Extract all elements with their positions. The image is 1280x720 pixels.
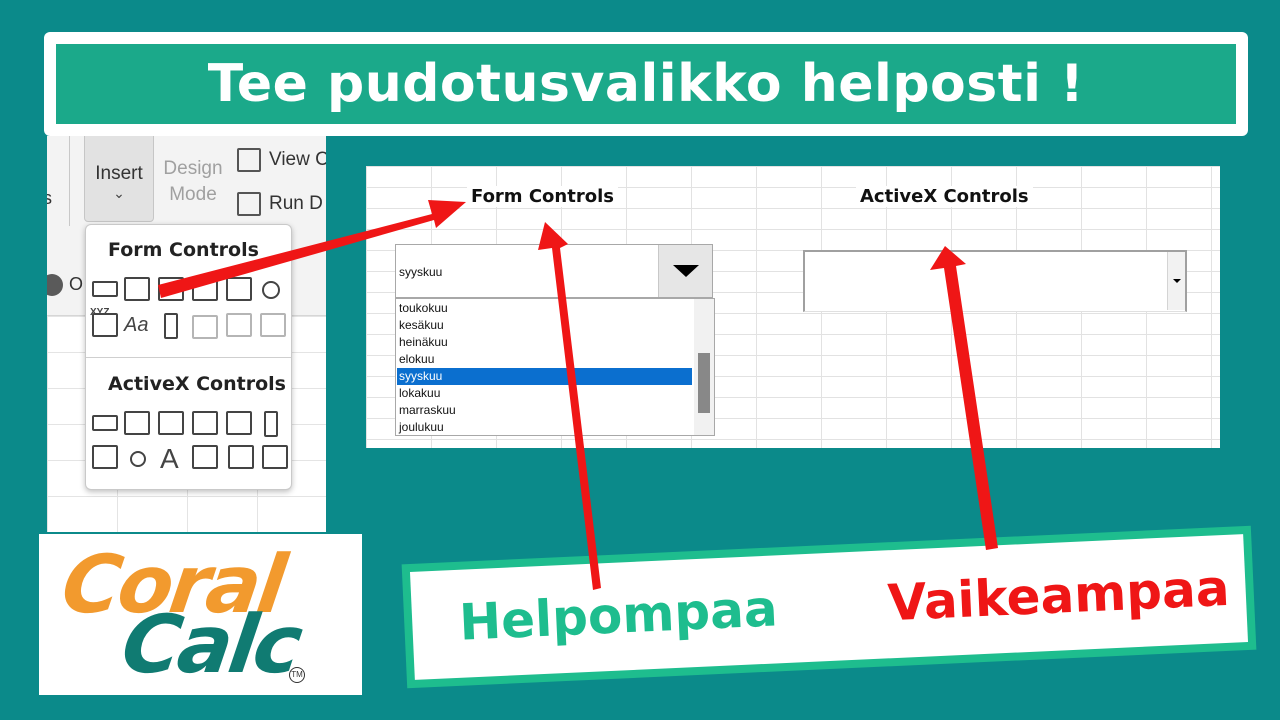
- page-title: Tee pudotusvalikko helposti !: [207, 54, 1085, 114]
- dropdown-arrow-icon: [1173, 279, 1181, 283]
- form-check-box-icon[interactable]: [158, 277, 184, 301]
- list-item[interactable]: joulukuu: [397, 419, 692, 435]
- excel-sheet: Form Controls ActiveX Controls syyskuu t…: [366, 166, 1220, 448]
- comparison-label-box: Helpompaa Vaikeampaa: [401, 525, 1257, 689]
- title-banner: Tee pudotusvalikko helposti !: [44, 32, 1248, 136]
- list-item[interactable]: lokakuu: [397, 385, 692, 402]
- run-dialog-label: Run D: [269, 193, 323, 215]
- list-item[interactable]: marraskuu: [397, 402, 692, 419]
- run-dialog-icon: [237, 192, 261, 216]
- dropdown-arrow-icon: [673, 265, 699, 277]
- activex-controls-heading: ActiveX Controls: [108, 373, 286, 395]
- list-item[interactable]: toukokuu: [397, 300, 692, 317]
- list-scrollbar[interactable]: [694, 299, 714, 435]
- coralcalc-logo: Coral Calc TM: [39, 534, 362, 695]
- activex-list-box-icon[interactable]: [192, 411, 218, 435]
- list-item-selected[interactable]: syyskuu: [397, 368, 692, 385]
- activex-image-icon[interactable]: [192, 445, 218, 469]
- activex-controls-sheet-heading: ActiveX Controls: [856, 186, 1033, 207]
- form-button-icon[interactable]: [92, 281, 118, 297]
- activex-command-button-icon[interactable]: [92, 415, 118, 431]
- activex-combo-box[interactable]: [803, 250, 1187, 312]
- controls-menu: Form Controls XYZ Aa ActiveX Controls A: [85, 224, 292, 490]
- ribbon-divider: [69, 136, 70, 226]
- list-item[interactable]: kesäkuu: [397, 317, 692, 334]
- form-combo-dropdown-button[interactable]: [658, 245, 712, 297]
- form-combo-dropdown-list[interactable]: toukokuu kesäkuu heinäkuu elokuu syyskuu…: [395, 298, 715, 436]
- group-box-label: XYZ: [90, 307, 110, 318]
- chevron-down-icon: ⌄: [113, 185, 125, 201]
- insert-controls-button[interactable]: Insert ⌄: [84, 136, 154, 222]
- form-combo-list-edit-icon: [226, 313, 252, 337]
- form-list-box-icon[interactable]: [226, 277, 252, 301]
- scrollbar-thumb[interactable]: [698, 353, 710, 413]
- activex-spin-button-icon[interactable]: [92, 445, 118, 469]
- menu-separator: [86, 357, 291, 358]
- insert-button-label: Insert: [95, 163, 143, 184]
- activex-check-box-icon[interactable]: [158, 411, 184, 435]
- ribbon-text-fragment-o: O: [69, 274, 84, 294]
- more-controls-icon[interactable]: [262, 445, 288, 469]
- ribbon-text-fragment: s: [47, 188, 52, 208]
- list-item[interactable]: heinäkuu: [397, 334, 692, 351]
- activex-label-icon[interactable]: A: [160, 443, 179, 475]
- activex-dropdown-button[interactable]: [1167, 252, 1185, 310]
- harder-label: Vaikeampaa: [886, 558, 1231, 633]
- comparison-label-inner: Helpompaa Vaikeampaa: [409, 534, 1249, 680]
- form-control-combo-box[interactable]: syyskuu: [395, 244, 713, 298]
- design-mode-button[interactable]: Design Mode: [159, 156, 227, 208]
- option-button-icon: [47, 274, 63, 296]
- run-dialog-button[interactable]: Run D: [237, 192, 323, 216]
- activex-combo-box-icon[interactable]: [124, 411, 150, 435]
- form-label-icon[interactable]: Aa: [124, 314, 148, 337]
- title-banner-inner: Tee pudotusvalikko helposti !: [56, 44, 1236, 124]
- activex-option-button-icon[interactable]: [130, 451, 146, 467]
- view-code-label: View C: [269, 149, 326, 171]
- logo-text-line2: Calc: [116, 598, 306, 691]
- form-controls-sheet-heading: Form Controls: [467, 186, 618, 207]
- form-combo-value: syyskuu: [399, 265, 443, 279]
- form-combo-dropdown-edit-icon: [260, 313, 286, 337]
- activex-toggle-button-icon[interactable]: [228, 445, 254, 469]
- trademark-icon: TM: [289, 667, 305, 683]
- form-option-button-icon[interactable]: [262, 281, 280, 299]
- view-code-button[interactable]: View C: [237, 148, 326, 172]
- view-code-icon: [237, 148, 261, 172]
- activex-scroll-bar-icon[interactable]: [264, 411, 278, 437]
- activex-text-box-icon[interactable]: [226, 411, 252, 435]
- form-combo-box-icon[interactable]: [124, 277, 150, 301]
- easier-label: Helpompaa: [458, 579, 779, 652]
- form-scroll-bar-icon[interactable]: [164, 313, 178, 339]
- form-spin-button-icon[interactable]: [192, 277, 218, 301]
- form-controls-heading: Form Controls: [108, 239, 259, 261]
- list-item[interactable]: elokuu: [397, 351, 692, 368]
- form-text-field-icon: [192, 315, 218, 339]
